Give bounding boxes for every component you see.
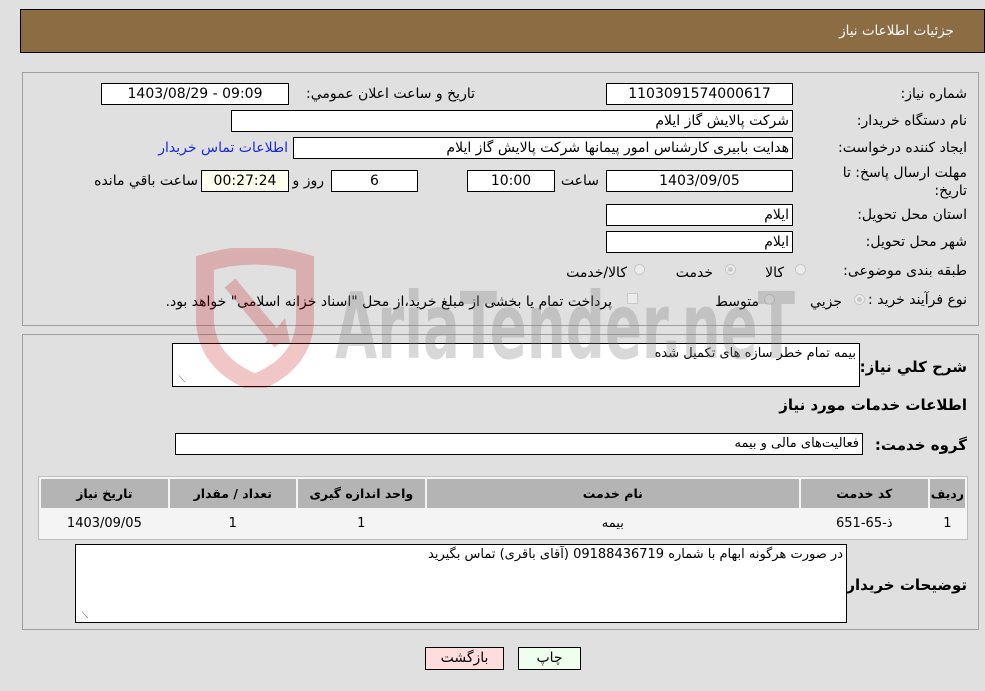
buyer-notes-textarea[interactable]: در صورت هرگونه ابهام با شماره 0918843671… <box>75 544 847 623</box>
resize-grip-icon[interactable]: ⟋ <box>78 611 88 621</box>
days-remaining-field: 6 <box>331 170 418 192</box>
print-button[interactable]: چاپ <box>518 647 581 670</box>
deadline-label: مهلت ارسال پاسخ: تا تاریخ: <box>842 165 967 199</box>
service-group-field: فعالیت‌های مالی و بیمه <box>175 433 863 455</box>
process-option-minor: جزيي <box>810 294 842 310</box>
page-header: جزئیات اطلاعات نیاز <box>20 9 985 53</box>
announce-date-field: 1403/08/29 - 09:09 <box>101 83 289 105</box>
category-option-goods-service: کالا/خدمت <box>566 265 627 281</box>
col-header-need-date: تاریخ نیاز <box>41 479 168 508</box>
description-textarea[interactable]: بیمه تمام خطر سازه های تکمیل شده ⟋ <box>172 343 860 387</box>
service-group-label: گروه خدمت: <box>874 436 967 454</box>
services-heading: اطلاعات خدمات مورد نیاز <box>779 396 967 414</box>
deadline-time-field: 10:00 <box>467 170 555 192</box>
col-header-service-code: کد خدمت <box>800 479 928 508</box>
col-header-row-number: ردیف <box>929 479 965 508</box>
description-text: بیمه تمام خطر سازه های تکمیل شده <box>654 346 856 361</box>
table-row: 1 ذ-65-651 بیمه 1 1 1403/09/05 <box>41 510 965 537</box>
col-header-quantity: تعداد / مقدار <box>169 479 296 508</box>
process-radio-minor[interactable] <box>854 294 865 305</box>
cell-service-name: بیمه <box>426 510 799 537</box>
page-title: جزئیات اطلاعات نیاز <box>839 23 954 39</box>
cell-need-date: 1403/09/05 <box>41 510 168 537</box>
process-radio-medium[interactable] <box>764 294 775 305</box>
treasury-checkbox-label: پرداخت تمام یا بخشی از مبلغ خرید،از محل … <box>165 294 612 310</box>
table-header-row: ردیف کد خدمت نام خدمت واحد اندازه گیری ت… <box>41 479 965 508</box>
description-label: شرح کلي نیاز: <box>859 358 967 376</box>
category-radio-service[interactable] <box>725 264 736 275</box>
creator-field: هدایت بابیری کارشناس امور پیمانها شرکت پ… <box>293 137 793 159</box>
creator-label: ایجاد کننده درخواست: <box>838 140 967 156</box>
category-option-goods: کالا <box>765 265 784 281</box>
category-label: طبقه بندی موضوعی: <box>843 263 967 279</box>
days-label: روز و <box>292 173 325 189</box>
cell-quantity: 1 <box>169 510 296 537</box>
province-label: استان محل تحویل: <box>857 207 967 223</box>
deadline-date-field: 1403/09/05 <box>606 170 793 192</box>
buyer-notes-label: توضیحات خریدار: <box>840 576 967 594</box>
cell-unit: 1 <box>297 510 425 537</box>
buyer-org-label: نام دستگاه خریدار: <box>856 113 967 129</box>
process-label: نوع فرآیند خرید : <box>868 292 967 308</box>
province-field: ایلام <box>606 204 793 226</box>
services-table: ردیف کد خدمت نام خدمت واحد اندازه گیری ت… <box>38 476 968 540</box>
city-field: ایلام <box>606 231 793 253</box>
back-button[interactable]: بازگشت <box>425 647 504 670</box>
city-label: شهر محل تحویل: <box>865 234 967 250</box>
remaining-time-field: 00:27:24 <box>201 170 289 192</box>
deadline-time-label: ساعت <box>560 173 599 189</box>
treasury-checkbox[interactable] <box>627 293 638 304</box>
need-number-field: 1103091574000617 <box>606 83 793 105</box>
remaining-time-label: ساعت باقي مانده <box>94 173 198 189</box>
cell-service-code: ذ-65-651 <box>800 510 928 537</box>
process-option-medium: متوسط <box>715 294 759 310</box>
buyer-org-field: شرکت پالایش گاز ایلام <box>231 110 793 132</box>
buyer-contact-link[interactable]: اطلاعات تماس خریدار <box>158 140 288 156</box>
col-header-unit: واحد اندازه گیری <box>297 479 425 508</box>
cell-row-number: 1 <box>929 510 965 537</box>
category-radio-goods[interactable] <box>795 264 806 275</box>
category-radio-goods-service[interactable] <box>634 264 645 275</box>
need-number-label: شماره نیاز: <box>900 86 968 102</box>
category-option-service: خدمت <box>675 265 713 281</box>
buyer-notes-text: در صورت هرگونه ابهام با شماره 0918843671… <box>428 547 843 562</box>
announce-date-label: تاریخ و ساعت اعلان عمومي: <box>306 86 475 102</box>
resize-grip-icon[interactable]: ⟋ <box>175 375 185 385</box>
col-header-service-name: نام خدمت <box>426 479 799 508</box>
